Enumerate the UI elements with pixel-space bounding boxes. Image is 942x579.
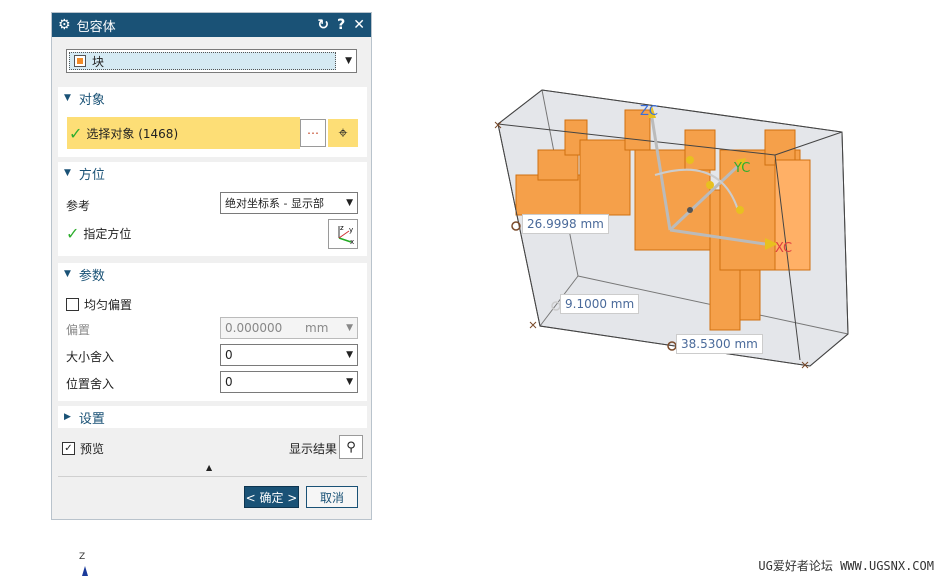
chevron-down-icon: ▼ — [346, 323, 353, 333]
triad-z-label: Z — [79, 552, 86, 562]
specify-orientation-label: 指定方位 — [83, 227, 132, 241]
triad-z-arrow-icon — [82, 566, 88, 576]
expand-triangle-icon: ▶ — [64, 412, 71, 422]
object-section: ▼ 对象 ✓ 选择对象 (1468) ⋯ ⌖ — [58, 87, 367, 157]
uniform-offset-row[interactable]: 均匀偏置 — [66, 296, 132, 313]
reset-icon[interactable]: ↻ — [317, 17, 329, 33]
position-round-label: 位置舍入 — [66, 377, 115, 391]
help-icon[interactable]: ? — [337, 17, 345, 33]
orientation-section-label: 方位 — [78, 167, 105, 183]
settings-section-header[interactable]: ▶ 设置 — [58, 406, 367, 428]
uniform-offset-checkbox[interactable] — [66, 298, 79, 311]
reference-dropdown[interactable]: 绝对坐标系 - 显示部 ▼ — [220, 192, 358, 214]
watermark: UG爱好者论坛 WWW.UGSNX.COM — [758, 559, 934, 573]
crosshair-button[interactable]: ⌖ — [328, 119, 358, 147]
dimension-label-z[interactable]: 38.5300 mm — [676, 334, 763, 354]
expand-triangle-icon: ▼ — [64, 168, 71, 178]
dimension-label-y[interactable]: 9.1000 mm — [560, 294, 640, 314]
orientation-section: ▼ 方位 参考 绝对坐标系 - 显示部 ▼ ✓ 指定方位 z y x — [58, 162, 367, 256]
object-section-label: 对象 — [78, 92, 105, 108]
dialog-titlebar: ⚙ 包容体 ↻ ? ✕ — [52, 13, 371, 37]
yc-axis-label: YC — [733, 161, 750, 176]
object-section-header[interactable]: ▼ 对象 — [58, 87, 367, 109]
select-filter-button[interactable]: ⋯ — [300, 119, 326, 147]
orientation-section-header[interactable]: ▼ 方位 — [58, 162, 367, 184]
reference-label: 参考 — [66, 199, 91, 213]
size-round-label: 大小舍入 — [66, 350, 115, 364]
svg-text:y: y — [349, 226, 353, 234]
magnifier-icon: ⚲ — [346, 439, 356, 455]
parameters-section: ▼ 参数 均匀偏置 偏置 0.000000 mm ▼ 大小舍入 0 ▼ 位置舍入… — [58, 263, 367, 401]
xc-axis-label: XC — [775, 241, 792, 256]
ok-button[interactable]: < 确定 > — [244, 486, 299, 508]
check-icon: ✓ — [69, 123, 83, 143]
uniform-offset-label: 均匀偏置 — [84, 298, 133, 312]
gear-icon[interactable]: ⚙ — [58, 17, 71, 33]
csys-dialog-button[interactable]: z y x — [328, 219, 358, 249]
dimension-label-x[interactable]: 26.9998 mm — [522, 214, 609, 234]
offset-unit: mm — [305, 321, 329, 335]
show-result-button[interactable]: ⚲ — [339, 435, 363, 459]
parameters-section-label: 参数 — [78, 268, 105, 284]
divider — [58, 476, 367, 477]
position-round-dropdown[interactable]: 0 ▼ — [220, 371, 358, 393]
offset-value: 0.000000 — [225, 321, 283, 335]
preview-label: 预览 — [80, 442, 105, 456]
zc-axis-label: ZC — [640, 104, 658, 119]
type-value: 块 — [92, 54, 105, 69]
close-icon[interactable]: ✕ — [353, 17, 365, 33]
size-round-value: 0 — [225, 348, 233, 362]
type-dropdown[interactable]: 块 ▼ — [66, 49, 357, 73]
size-round-dropdown[interactable]: 0 ▼ — [220, 344, 358, 366]
preview-row[interactable]: ✓ 预览 — [62, 440, 104, 457]
check-icon: ✓ — [66, 224, 80, 243]
chevron-down-icon: ▼ — [346, 350, 353, 360]
parameters-section-header[interactable]: ▼ 参数 — [58, 263, 367, 285]
position-round-value: 0 — [225, 375, 233, 389]
settings-section: ▶ 设置 — [58, 406, 367, 428]
specify-orientation-row: ✓ 指定方位 — [66, 224, 131, 243]
bounding-box-scene: ZC YC XC — [494, 89, 849, 369]
select-object-label: 选择对象 (1468) — [86, 126, 179, 141]
dialog-title: 包容体 — [76, 19, 116, 35]
chevron-down-icon: ▼ — [346, 198, 353, 208]
show-result-label: 显示结果 — [289, 442, 338, 456]
offset-input[interactable]: 0.000000 mm ▼ — [220, 317, 358, 339]
expand-triangle-icon: ▼ — [64, 269, 71, 279]
settings-section-label: 设置 — [78, 411, 105, 427]
bounding-body-dialog: ⚙ 包容体 ↻ ? ✕ 块 ▼ ▼ 对象 ✓ 选择对象 (1468) ⋯ ⌖ ▼ — [51, 12, 372, 520]
preview-checkbox[interactable]: ✓ — [62, 442, 75, 455]
cancel-button[interactable]: 取消 — [306, 486, 358, 508]
svg-text:z: z — [340, 224, 344, 232]
block-icon — [74, 55, 86, 67]
reference-value: 绝对坐标系 - 显示部 — [225, 197, 324, 210]
select-object-row[interactable]: ✓ 选择对象 (1468) — [67, 117, 300, 149]
csys-icon: z y x — [338, 224, 354, 246]
expand-triangle-icon: ▼ — [64, 93, 71, 103]
chevron-down-icon: ▼ — [346, 377, 353, 387]
collapse-up-icon[interactable]: ▲ — [206, 463, 212, 472]
chevron-down-icon: ▼ — [345, 56, 352, 66]
crosshair-icon: ⌖ — [338, 123, 348, 142]
svg-text:x: x — [350, 238, 354, 246]
graphics-viewport[interactable]: ZC YC XC 26.9998 mm 9.1000 mm 38.5300 mm — [420, 0, 942, 579]
dots-icon: ⋯ — [307, 126, 319, 140]
offset-label: 偏置 — [66, 323, 91, 337]
